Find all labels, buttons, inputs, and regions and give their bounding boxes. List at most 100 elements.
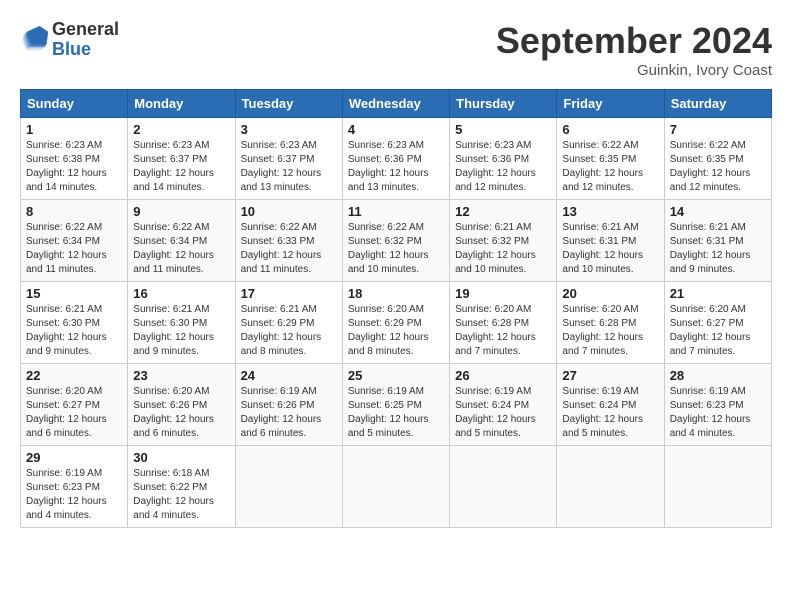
day-info: Sunrise: 6:18 AM Sunset: 6:22 PM Dayligh…	[133, 467, 229, 523]
day-number: 29	[26, 450, 122, 465]
title-block: September 2024 Guinkin, Ivory Coast	[496, 20, 772, 79]
calendar-day-header: Tuesday	[235, 90, 342, 118]
day-info: Sunrise: 6:20 AM Sunset: 6:27 PM Dayligh…	[26, 385, 122, 441]
day-number: 20	[562, 286, 658, 301]
calendar-cell: 7 Sunrise: 6:22 AM Sunset: 6:35 PM Dayli…	[664, 118, 771, 200]
day-number: 15	[26, 286, 122, 301]
day-number: 11	[348, 204, 444, 219]
calendar-cell: 27 Sunrise: 6:19 AM Sunset: 6:24 PM Dayl…	[557, 364, 664, 446]
day-info: Sunrise: 6:21 AM Sunset: 6:30 PM Dayligh…	[133, 303, 229, 359]
day-info: Sunrise: 6:19 AM Sunset: 6:25 PM Dayligh…	[348, 385, 444, 441]
day-number: 8	[26, 204, 122, 219]
day-number: 14	[670, 204, 766, 219]
calendar-cell: 5 Sunrise: 6:23 AM Sunset: 6:36 PM Dayli…	[450, 118, 557, 200]
calendar-cell: 28 Sunrise: 6:19 AM Sunset: 6:23 PM Dayl…	[664, 364, 771, 446]
calendar-week-row: 22 Sunrise: 6:20 AM Sunset: 6:27 PM Dayl…	[21, 364, 772, 446]
month-title: September 2024	[496, 20, 772, 62]
calendar-cell: 20 Sunrise: 6:20 AM Sunset: 6:28 PM Dayl…	[557, 282, 664, 364]
day-number: 26	[455, 368, 551, 383]
calendar-cell: 14 Sunrise: 6:21 AM Sunset: 6:31 PM Dayl…	[664, 200, 771, 282]
calendar-cell: 9 Sunrise: 6:22 AM Sunset: 6:34 PM Dayli…	[128, 200, 235, 282]
calendar-header-row: SundayMondayTuesdayWednesdayThursdayFrid…	[21, 90, 772, 118]
day-number: 30	[133, 450, 229, 465]
calendar-week-row: 15 Sunrise: 6:21 AM Sunset: 6:30 PM Dayl…	[21, 282, 772, 364]
day-info: Sunrise: 6:22 AM Sunset: 6:33 PM Dayligh…	[241, 221, 337, 277]
day-number: 18	[348, 286, 444, 301]
calendar-day-header: Monday	[128, 90, 235, 118]
calendar-cell: 22 Sunrise: 6:20 AM Sunset: 6:27 PM Dayl…	[21, 364, 128, 446]
day-number: 17	[241, 286, 337, 301]
calendar-week-row: 1 Sunrise: 6:23 AM Sunset: 6:38 PM Dayli…	[21, 118, 772, 200]
day-number: 9	[133, 204, 229, 219]
calendar-day-header: Sunday	[21, 90, 128, 118]
location: Guinkin, Ivory Coast	[496, 62, 772, 79]
calendar-week-row: 8 Sunrise: 6:22 AM Sunset: 6:34 PM Dayli…	[21, 200, 772, 282]
logo-blue: Blue	[52, 40, 119, 60]
day-number: 16	[133, 286, 229, 301]
calendar-day-header: Thursday	[450, 90, 557, 118]
page-header: General Blue September 2024 Guinkin, Ivo…	[20, 20, 772, 79]
calendar-day-header: Wednesday	[342, 90, 449, 118]
calendar-cell: 17 Sunrise: 6:21 AM Sunset: 6:29 PM Dayl…	[235, 282, 342, 364]
calendar-cell: 4 Sunrise: 6:23 AM Sunset: 6:36 PM Dayli…	[342, 118, 449, 200]
calendar-cell: 23 Sunrise: 6:20 AM Sunset: 6:26 PM Dayl…	[128, 364, 235, 446]
day-info: Sunrise: 6:20 AM Sunset: 6:28 PM Dayligh…	[455, 303, 551, 359]
calendar-cell: 1 Sunrise: 6:23 AM Sunset: 6:38 PM Dayli…	[21, 118, 128, 200]
day-number: 1	[26, 122, 122, 137]
calendar-table: SundayMondayTuesdayWednesdayThursdayFrid…	[20, 89, 772, 528]
calendar-cell: 30 Sunrise: 6:18 AM Sunset: 6:22 PM Dayl…	[128, 446, 235, 528]
day-number: 22	[26, 368, 122, 383]
calendar-cell: 12 Sunrise: 6:21 AM Sunset: 6:32 PM Dayl…	[450, 200, 557, 282]
calendar-cell: 25 Sunrise: 6:19 AM Sunset: 6:25 PM Dayl…	[342, 364, 449, 446]
logo: General Blue	[20, 20, 119, 60]
calendar-cell: 19 Sunrise: 6:20 AM Sunset: 6:28 PM Dayl…	[450, 282, 557, 364]
day-number: 6	[562, 122, 658, 137]
calendar-cell	[450, 446, 557, 528]
calendar-cell	[557, 446, 664, 528]
day-info: Sunrise: 6:19 AM Sunset: 6:24 PM Dayligh…	[455, 385, 551, 441]
day-number: 27	[562, 368, 658, 383]
day-number: 25	[348, 368, 444, 383]
calendar-cell: 16 Sunrise: 6:21 AM Sunset: 6:30 PM Dayl…	[128, 282, 235, 364]
day-number: 28	[670, 368, 766, 383]
day-info: Sunrise: 6:23 AM Sunset: 6:36 PM Dayligh…	[455, 139, 551, 195]
calendar-cell: 24 Sunrise: 6:19 AM Sunset: 6:26 PM Dayl…	[235, 364, 342, 446]
logo-general: General	[52, 20, 119, 40]
day-info: Sunrise: 6:20 AM Sunset: 6:26 PM Dayligh…	[133, 385, 229, 441]
calendar-week-row: 29 Sunrise: 6:19 AM Sunset: 6:23 PM Dayl…	[21, 446, 772, 528]
day-info: Sunrise: 6:22 AM Sunset: 6:35 PM Dayligh…	[562, 139, 658, 195]
calendar-cell: 6 Sunrise: 6:22 AM Sunset: 6:35 PM Dayli…	[557, 118, 664, 200]
calendar-cell: 15 Sunrise: 6:21 AM Sunset: 6:30 PM Dayl…	[21, 282, 128, 364]
day-number: 7	[670, 122, 766, 137]
day-info: Sunrise: 6:19 AM Sunset: 6:24 PM Dayligh…	[562, 385, 658, 441]
day-info: Sunrise: 6:20 AM Sunset: 6:27 PM Dayligh…	[670, 303, 766, 359]
day-info: Sunrise: 6:22 AM Sunset: 6:32 PM Dayligh…	[348, 221, 444, 277]
calendar-day-header: Saturday	[664, 90, 771, 118]
day-info: Sunrise: 6:21 AM Sunset: 6:32 PM Dayligh…	[455, 221, 551, 277]
calendar-cell: 11 Sunrise: 6:22 AM Sunset: 6:32 PM Dayl…	[342, 200, 449, 282]
day-number: 19	[455, 286, 551, 301]
logo-icon	[20, 26, 48, 54]
day-number: 3	[241, 122, 337, 137]
day-info: Sunrise: 6:23 AM Sunset: 6:38 PM Dayligh…	[26, 139, 122, 195]
day-number: 12	[455, 204, 551, 219]
day-number: 24	[241, 368, 337, 383]
day-info: Sunrise: 6:23 AM Sunset: 6:37 PM Dayligh…	[241, 139, 337, 195]
day-info: Sunrise: 6:22 AM Sunset: 6:35 PM Dayligh…	[670, 139, 766, 195]
day-number: 21	[670, 286, 766, 301]
day-info: Sunrise: 6:20 AM Sunset: 6:28 PM Dayligh…	[562, 303, 658, 359]
day-number: 2	[133, 122, 229, 137]
day-info: Sunrise: 6:21 AM Sunset: 6:31 PM Dayligh…	[562, 221, 658, 277]
day-number: 4	[348, 122, 444, 137]
day-info: Sunrise: 6:23 AM Sunset: 6:36 PM Dayligh…	[348, 139, 444, 195]
calendar-cell: 13 Sunrise: 6:21 AM Sunset: 6:31 PM Dayl…	[557, 200, 664, 282]
calendar-cell: 2 Sunrise: 6:23 AM Sunset: 6:37 PM Dayli…	[128, 118, 235, 200]
day-info: Sunrise: 6:21 AM Sunset: 6:31 PM Dayligh…	[670, 221, 766, 277]
calendar-day-header: Friday	[557, 90, 664, 118]
day-info: Sunrise: 6:22 AM Sunset: 6:34 PM Dayligh…	[26, 221, 122, 277]
day-info: Sunrise: 6:21 AM Sunset: 6:30 PM Dayligh…	[26, 303, 122, 359]
calendar-cell: 3 Sunrise: 6:23 AM Sunset: 6:37 PM Dayli…	[235, 118, 342, 200]
calendar-cell: 18 Sunrise: 6:20 AM Sunset: 6:29 PM Dayl…	[342, 282, 449, 364]
day-number: 5	[455, 122, 551, 137]
calendar-cell: 26 Sunrise: 6:19 AM Sunset: 6:24 PM Dayl…	[450, 364, 557, 446]
